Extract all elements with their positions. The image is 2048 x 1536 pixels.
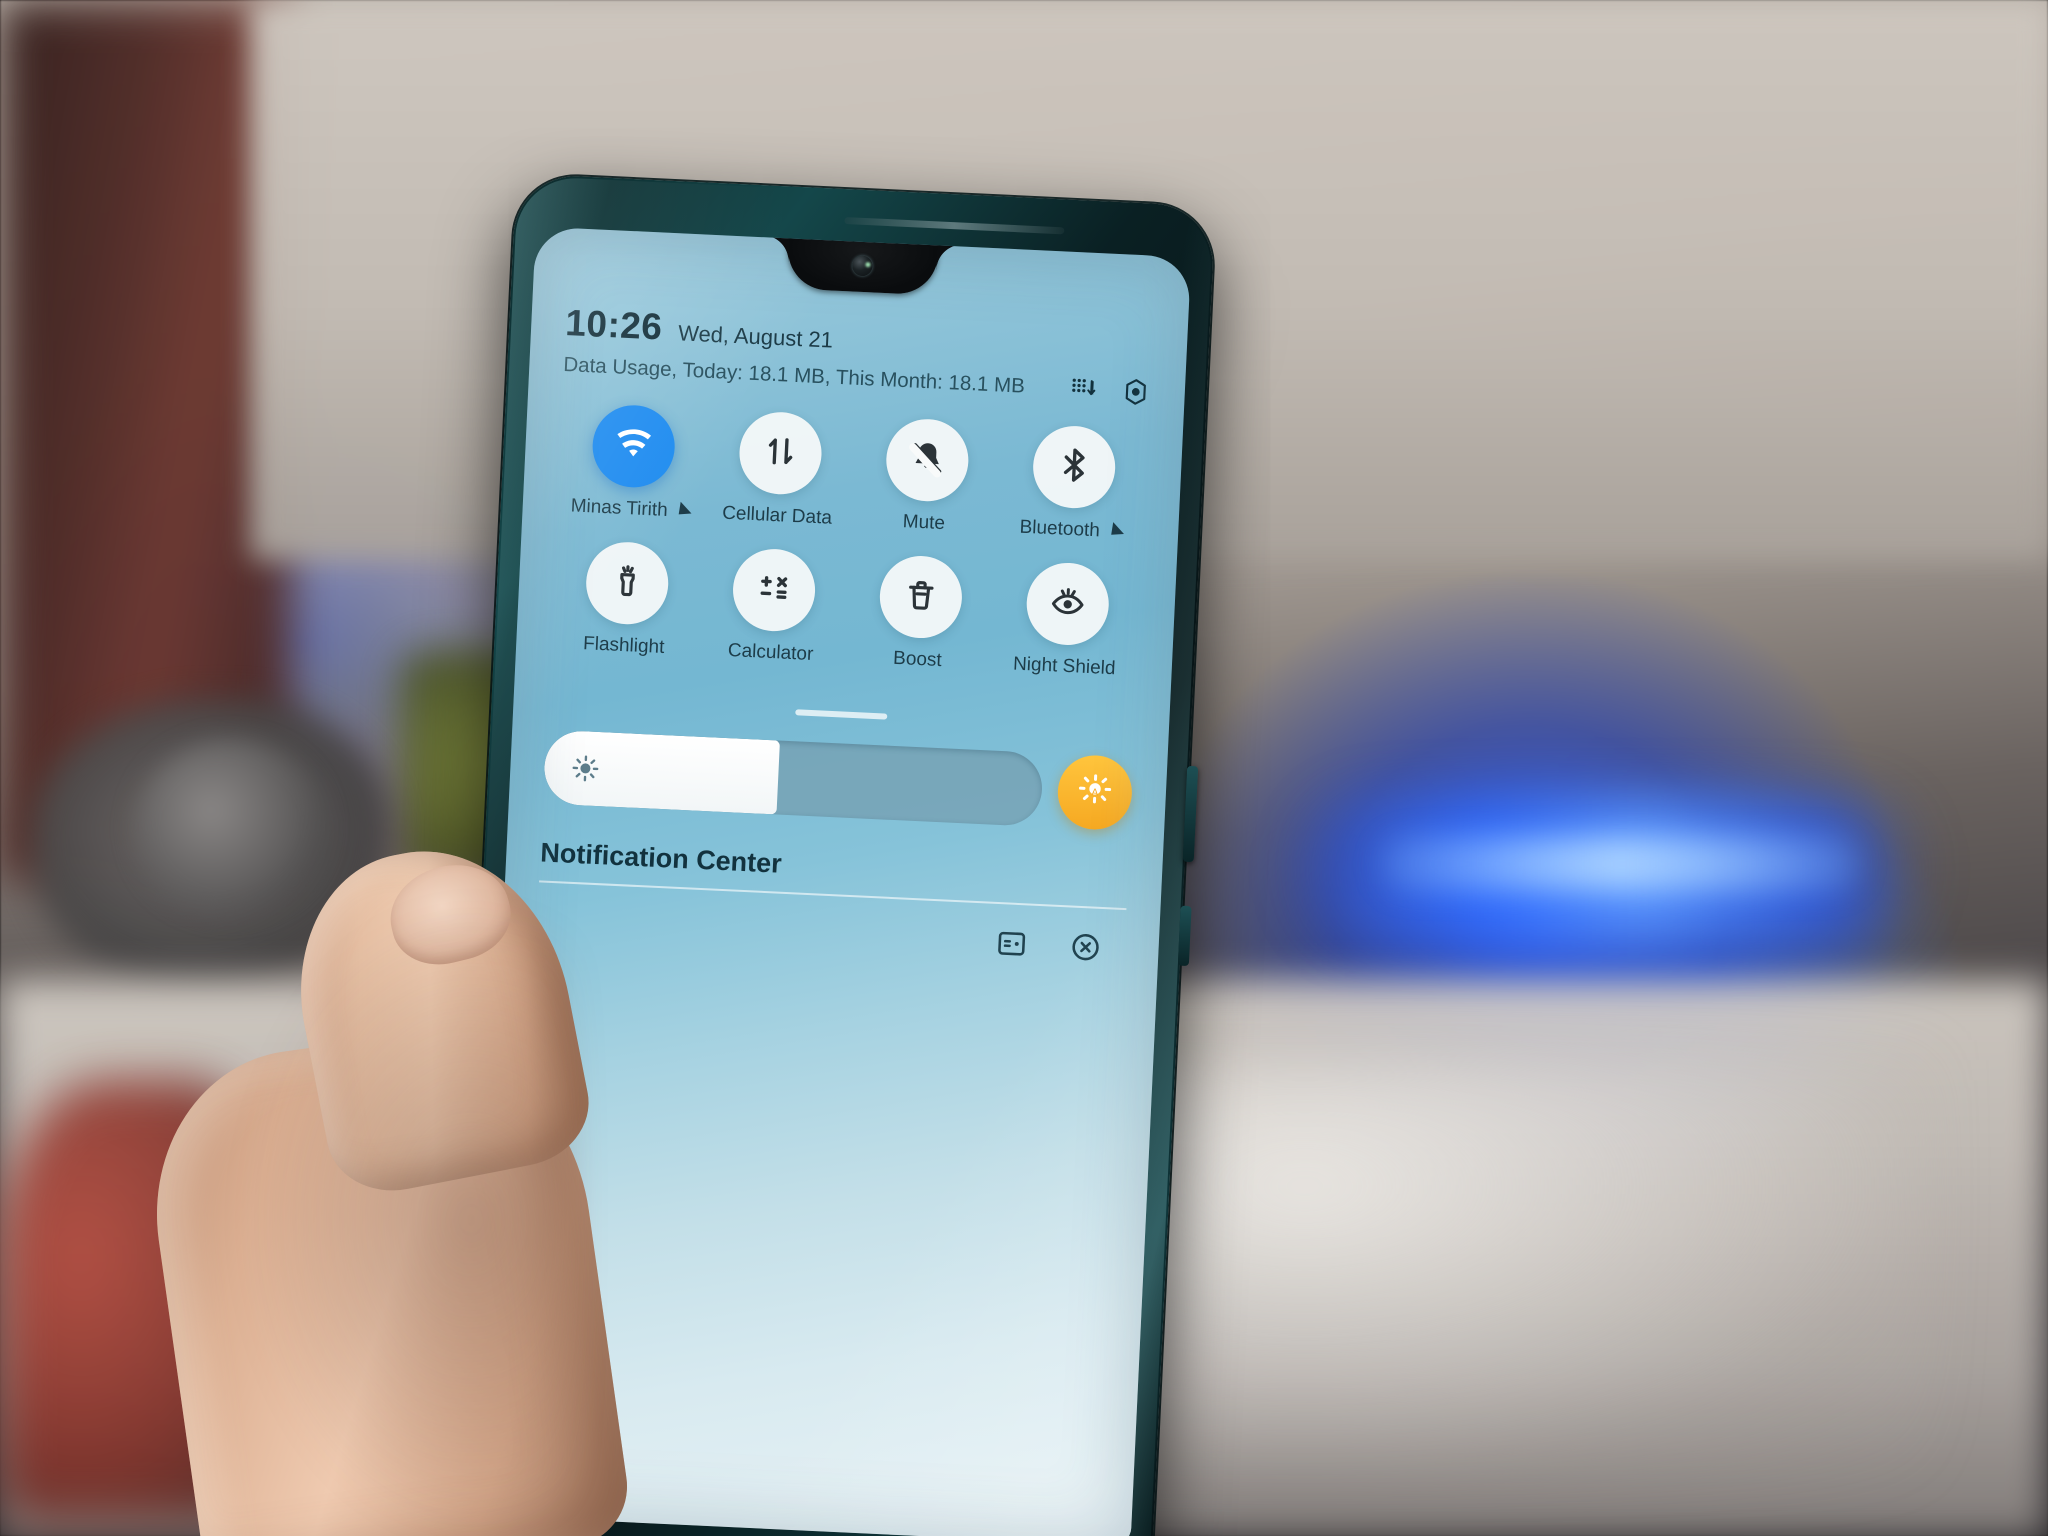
tile-bluetooth-label: Bluetooth [1019,516,1101,542]
boost-trash-icon [899,574,941,621]
tile-cellular-data[interactable]: Cellular Data [703,409,855,531]
bluetooth-expand-caret-icon[interactable] [1105,522,1124,541]
tile-night-shield-label-wrap: Night Shield [1013,653,1116,680]
brightness-slider[interactable] [542,729,1044,827]
tile-mute[interactable]: Mute [850,416,1002,538]
date-label: Wed, August 21 [677,320,834,353]
quick-settings-grid: Minas Tirith Cellular Data Mute Bluetoot… [550,402,1149,681]
tile-boost-label: Boost [892,647,943,672]
tile-bluetooth-circle[interactable] [1030,424,1117,510]
tile-calculator[interactable]: Calculator [697,546,849,668]
wifi-expand-caret-icon[interactable] [673,501,692,521]
auto-brightness-icon: A [1075,770,1115,815]
svg-text:A: A [1091,787,1099,798]
night-shield-eye-icon [1046,581,1088,628]
tile-flashlight-label: Flashlight [582,633,665,658]
tile-wifi-circle[interactable] [590,403,677,490]
flashlight-icon [606,560,648,607]
edit-tiles-icon[interactable] [1068,374,1099,405]
background-blue-light-core [1380,838,1860,890]
tile-boost[interactable]: Boost [843,553,995,675]
tile-calculator-label: Calculator [727,640,814,666]
tile-calculator-label-wrap: Calculator [727,640,813,666]
tile-cellular-label-wrap: Cellular Data [722,503,833,530]
tile-mute-circle[interactable] [883,417,970,504]
tile-calculator-circle[interactable] [730,547,817,633]
tile-flashlight[interactable]: Flashlight [550,539,702,661]
tile-flashlight-label-wrap: Flashlight [583,633,665,659]
notification-center-actions [536,904,1125,966]
notification-settings-icon[interactable] [994,926,1030,962]
hand [90,827,635,1536]
brightness-sun-icon [570,753,601,784]
tile-flashlight-circle[interactable] [583,540,670,627]
header-icons [1068,374,1151,408]
tile-boost-circle[interactable] [877,554,964,640]
settings-gear-icon[interactable] [1120,376,1151,407]
notification-center-title: Notification Center [539,837,783,879]
tile-mute-label-wrap: Mute [902,511,945,535]
bluetooth-icon [1053,444,1095,491]
clock: 10:26 [564,302,664,348]
wifi-icon [612,423,654,470]
brightness-row: A [542,729,1134,832]
photo-scene: 10:26 Wed, August 21 Data Usage, Today: … [0,0,2048,1536]
clear-all-icon[interactable] [1068,929,1104,965]
cellular-data-icon [759,430,801,477]
panel-drag-handle[interactable] [795,709,888,720]
tile-wifi[interactable]: Minas Tirith [556,402,708,524]
tile-bluetooth[interactable]: Bluetooth [997,423,1149,545]
hand-shadow [240,900,570,1536]
auto-brightness-button[interactable]: A [1056,753,1134,832]
bell-mute-icon [906,437,948,484]
tile-night-shield-circle[interactable] [1024,561,1111,647]
tile-night-shield[interactable]: Night Shield [990,560,1142,682]
tile-cellular-label: Cellular Data [721,502,833,529]
tile-bluetooth-label-wrap: Bluetooth [1019,516,1124,544]
tile-wifi-label-wrap: Minas Tirith [570,495,692,523]
tile-night-shield-label: Night Shield [1012,653,1116,680]
tile-boost-label-wrap: Boost [893,648,943,672]
tile-cellular-circle[interactable] [737,410,823,497]
tile-mute-label: Mute [902,511,946,535]
calculator-icon [753,567,795,614]
tile-wifi-label: Minas Tirith [570,495,669,522]
